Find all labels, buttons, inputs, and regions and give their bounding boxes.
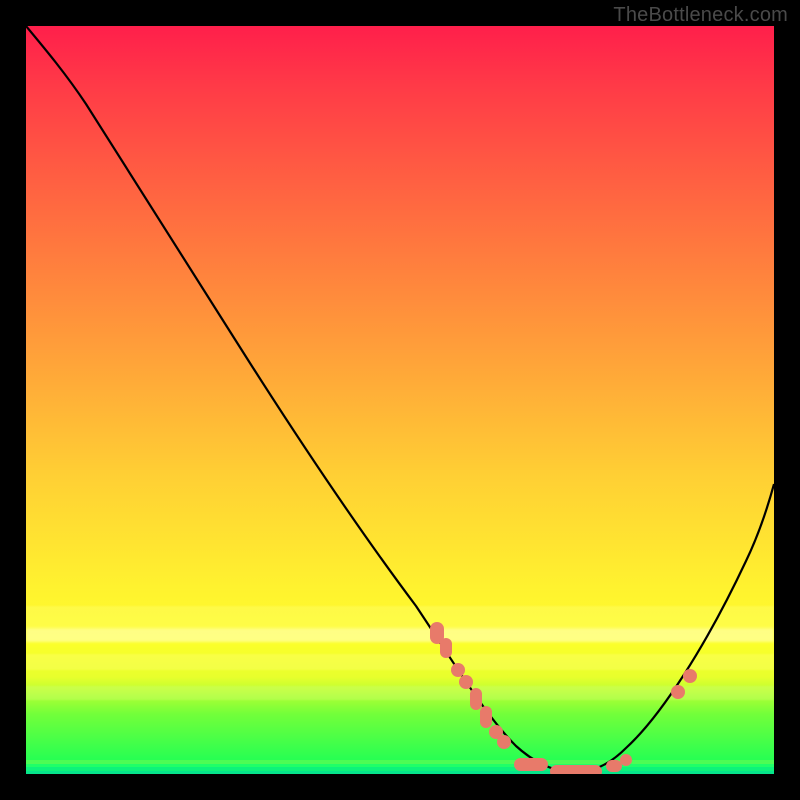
curve-svg [26,26,774,774]
plot-area [26,26,774,774]
chart-frame: TheBottleneck.com [0,0,800,800]
marker-cluster-left [430,622,511,749]
curve-path [26,26,774,772]
marker-right-ascent [671,669,697,699]
watermark-text: TheBottleneck.com [613,4,788,27]
